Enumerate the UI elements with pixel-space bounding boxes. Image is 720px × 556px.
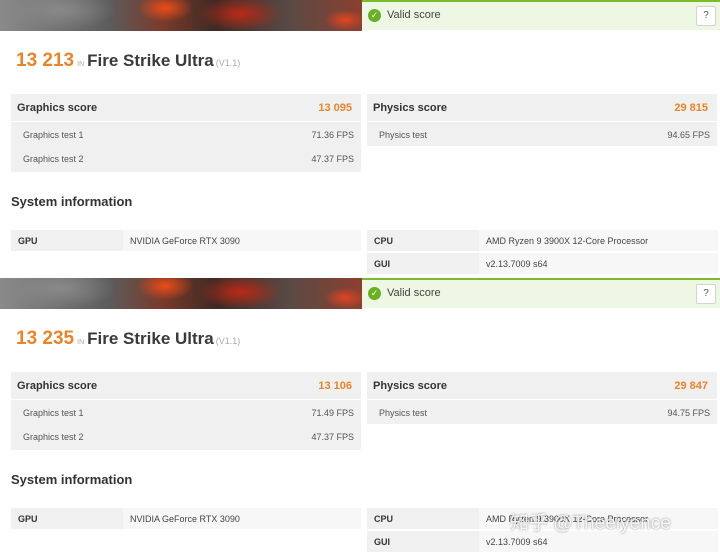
valid-score-bar: ✓ Valid score ? [362,0,720,30]
gui-label: GUI [374,537,391,547]
cpu-value: AMD Ryzen 9 3900X 12-Core Processor [486,514,649,524]
gui-row: GUI v2.13.7009 s64 [367,531,718,552]
graphics-test-2-label: Graphics test 2 [23,154,84,164]
gui-label: GUI [374,259,391,269]
gui-value-cell: v2.13.7009 s64 [479,253,718,274]
in-word: IN [77,339,85,346]
gui-value: v2.13.7009 s64 [486,259,548,269]
graphics-test-1-label: Graphics test 1 [23,130,84,140]
cpu-value: AMD Ryzen 9 3900X 12-Core Processor [486,236,649,246]
result-banner: ✓ Valid score ? [0,278,720,309]
graphics-test-2-value: 47.37 FPS [311,154,354,164]
benchmark-artwork [0,278,362,309]
gui-value-cell: v2.13.7009 s64 [479,531,718,552]
check-circle-icon: ✓ [368,9,381,22]
gui-value: v2.13.7009 s64 [486,537,548,547]
benchmark-version: (V1.1) [215,336,241,346]
graphics-score-value: 13 095 [318,102,352,114]
divider [11,399,361,400]
graphics-test-1-value: 71.49 FPS [311,408,354,418]
physics-score-box: Physics score 29 815 Physics test 94.65 … [367,94,717,146]
gpu-label: GPU [18,514,38,524]
check-circle-icon: ✓ [368,287,381,300]
physics-score-value: 29 815 [674,102,708,114]
physics-score-label: Physics score [373,380,447,392]
in-word: IN [77,61,85,68]
cpu-row: CPU AMD Ryzen 9 3900X 12-Core Processor [367,230,718,251]
graphics-test-1-label: Graphics test 1 [23,408,84,418]
physics-test-value: 94.75 FPS [667,408,710,418]
result-panel-2: ✓ Valid score ? 13 235 IN Fire Strike Ultr… [0,278,720,556]
physics-score-box: Physics score 29 847 Physics test 94.75 … [367,372,717,424]
physics-test-value: 94.65 FPS [667,130,710,140]
valid-score-label: Valid score [387,287,441,299]
graphics-score-value: 13 106 [318,380,352,392]
physics-score-label: Physics score [373,102,447,114]
benchmark-version: (V1.1) [215,58,241,68]
valid-score-label: Valid score [387,9,441,21]
gpu-value: NVIDIA GeForce RTX 3090 [130,514,240,524]
graphics-score-box: Graphics score 13 106 Graphics test 1 71… [11,372,361,450]
graphics-score-label: Graphics score [17,380,98,392]
gpu-value-cell: NVIDIA GeForce RTX 3090 [123,508,361,529]
graphics-test-1-value: 71.36 FPS [311,130,354,140]
result-banner: ✓ Valid score ? [0,0,720,31]
physics-test-label: Physics test [379,130,428,140]
cpu-value-cell: AMD Ryzen 9 3900X 12-Core Processor [479,508,718,529]
graphics-test-2-value: 47.37 FPS [311,432,354,442]
cpu-label: CPU [374,236,394,246]
gpu-value-cell: NVIDIA GeForce RTX 3090 [123,230,361,251]
gpu-row: GPU NVIDIA GeForce RTX 3090 [11,508,361,529]
result-panel-1: ✓ Valid score ? 13 213 IN Fire Strike Ultr… [0,0,720,278]
gpu-value: NVIDIA GeForce RTX 3090 [130,236,240,246]
benchmark-name[interactable]: Fire Strike Ultra [87,329,214,348]
result-title: 13 235 IN Fire Strike Ultra (V1.1) [16,328,240,350]
system-information-heading: System information [11,194,133,209]
gui-row: GUI v2.13.7009 s64 [367,253,718,274]
gpu-label: GPU [18,236,38,246]
result-title: 13 213 IN Fire Strike Ultra (V1.1) [16,50,240,72]
benchmark-name[interactable]: Fire Strike Ultra [87,51,214,70]
cpu-row: CPU AMD Ryzen 9 3900X 12-Core Processor [367,508,718,529]
graphics-score-box: Graphics score 13 095 Graphics test 1 71… [11,94,361,172]
cpu-value-cell: AMD Ryzen 9 3900X 12-Core Processor [479,230,718,251]
divider [367,399,717,400]
cpu-label: CPU [374,514,394,524]
graphics-score-label: Graphics score [17,102,98,114]
graphics-test-2-label: Graphics test 2 [23,432,84,442]
help-button[interactable]: ? [696,284,716,304]
total-score: 13 235 [16,328,75,349]
valid-score-bar: ✓ Valid score ? [362,278,720,308]
divider [367,121,717,122]
physics-score-value: 29 847 [674,380,708,392]
total-score: 13 213 [16,50,75,71]
benchmark-artwork [0,0,362,31]
help-button[interactable]: ? [696,6,716,26]
physics-test-label: Physics test [379,408,428,418]
system-information-heading: System information [11,472,133,487]
gpu-row: GPU NVIDIA GeForce RTX 3090 [11,230,361,251]
divider [11,121,361,122]
